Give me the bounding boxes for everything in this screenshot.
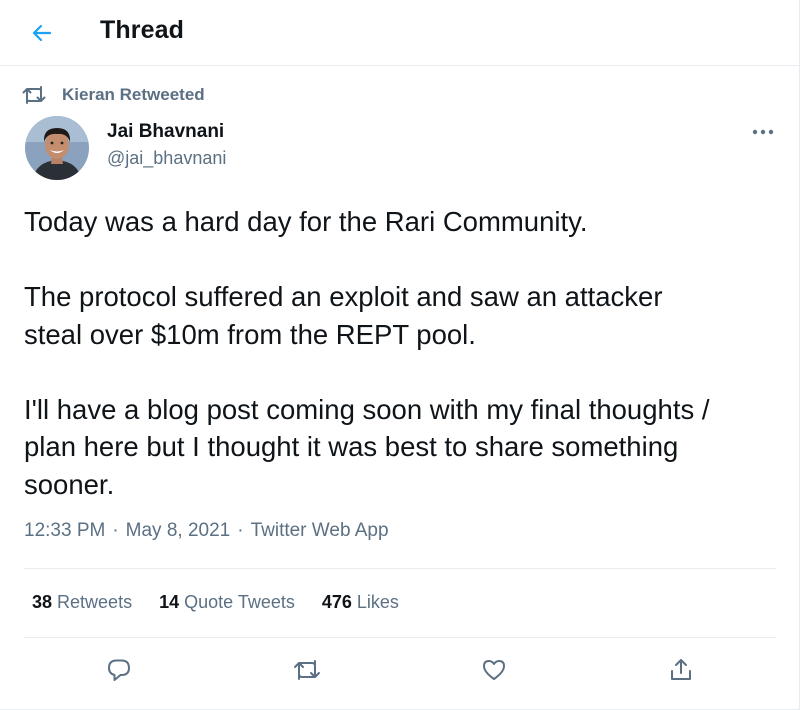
tweet-text: Today was a hard day for the Rari Commun… xyxy=(24,203,764,503)
tweet-date[interactable]: May 8, 2021 xyxy=(126,520,231,542)
more-horizontal-icon xyxy=(752,129,774,135)
retweet-icon xyxy=(22,83,48,107)
back-button[interactable] xyxy=(22,13,62,53)
tweet-actions xyxy=(0,648,799,692)
likes-stat[interactable]: 476 Likes xyxy=(322,592,399,613)
retweet-button[interactable] xyxy=(285,648,329,692)
thread-header: Thread xyxy=(0,0,799,66)
likes-label: Likes xyxy=(356,592,399,612)
reply-button[interactable] xyxy=(97,648,141,692)
retweets-count: 38 xyxy=(32,592,53,612)
thread-page: Thread Kieran Retweeted Jai Bhavnani @ja… xyxy=(0,0,800,710)
tweet-paragraph: I'll have a blog post coming soon with m… xyxy=(24,393,710,500)
tweet-metadata: 12:33 PM · May 8, 2021 · Twitter Web App xyxy=(24,520,389,542)
tweet-time[interactable]: 12:33 PM xyxy=(24,520,105,542)
quote-tweets-count: 14 xyxy=(159,592,180,612)
author-handle[interactable]: @jai_bhavnani xyxy=(107,148,226,169)
retweet-icon xyxy=(294,660,320,680)
tweet-paragraph: The protocol suffered an exploit and saw… xyxy=(24,281,663,350)
share-button[interactable] xyxy=(659,648,703,692)
arrow-left-icon xyxy=(32,24,52,42)
more-options-button[interactable] xyxy=(744,116,782,148)
divider xyxy=(24,637,776,638)
avatar[interactable] xyxy=(25,116,89,180)
tweet-paragraph: Today was a hard day for the Rari Commun… xyxy=(24,206,588,237)
quote-tweets-stat[interactable]: 14 Quote Tweets xyxy=(159,592,295,613)
quote-tweets-label: Quote Tweets xyxy=(184,592,295,612)
page-title: Thread xyxy=(100,16,184,44)
reply-icon xyxy=(108,659,130,681)
tweet-stats: 38 Retweets 14 Quote Tweets 476 Likes xyxy=(32,592,399,613)
retweet-context: Kieran Retweeted xyxy=(22,83,205,107)
tweet-source-app[interactable]: Twitter Web App xyxy=(251,520,389,542)
like-icon xyxy=(483,660,505,680)
share-icon xyxy=(671,659,691,680)
author-name[interactable]: Jai Bhavnani xyxy=(107,121,224,143)
divider xyxy=(24,568,776,569)
meta-separator: · xyxy=(237,520,244,541)
meta-separator: · xyxy=(112,520,119,541)
retweeted-by-label[interactable]: Kieran Retweeted xyxy=(62,85,205,105)
retweets-label: Retweets xyxy=(57,592,133,612)
like-button[interactable] xyxy=(472,648,516,692)
retweets-stat[interactable]: 38 Retweets xyxy=(32,592,132,613)
likes-count: 476 xyxy=(321,592,352,612)
